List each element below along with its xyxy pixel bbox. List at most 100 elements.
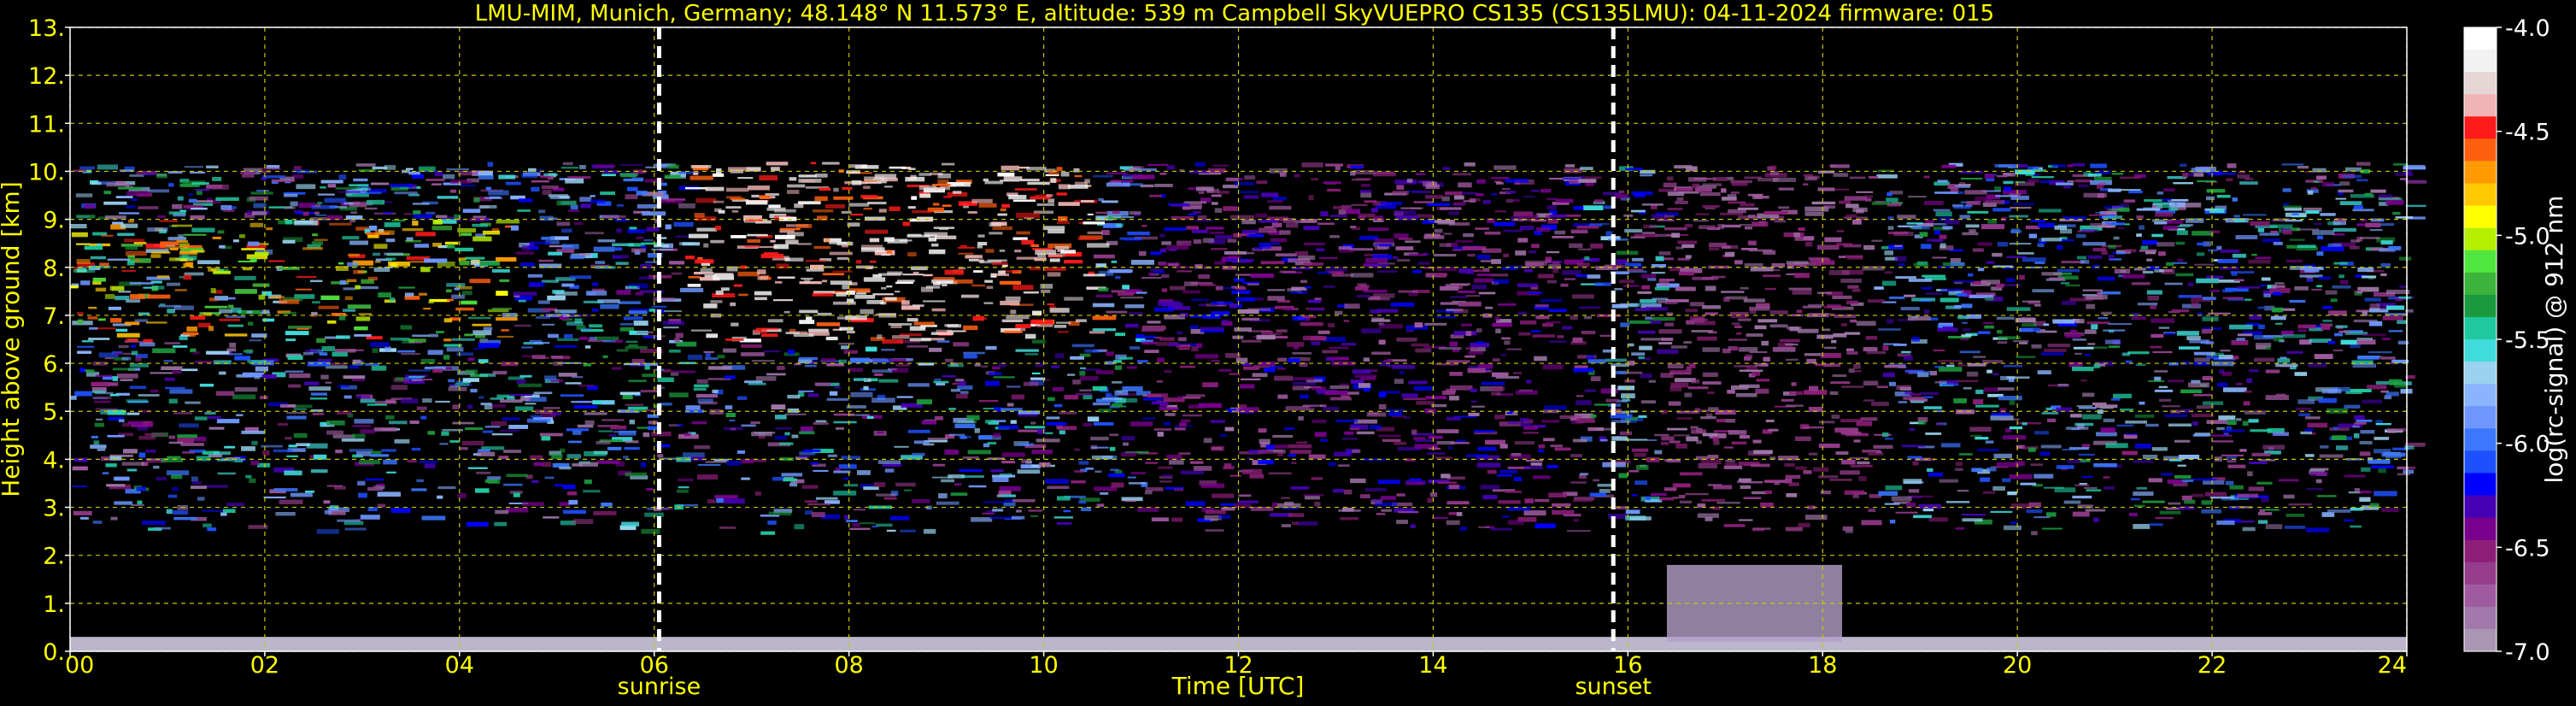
signal-cell (522, 502, 544, 506)
signal-cell (190, 171, 205, 174)
signal-cell (172, 370, 182, 374)
signal-cell (351, 433, 366, 438)
signal-cell (1655, 256, 1664, 262)
signal-cell (166, 509, 173, 515)
signal-cell (1415, 173, 1426, 175)
signal-cell (544, 476, 555, 479)
signal-cell (184, 166, 203, 168)
signal-cell (1638, 356, 1645, 359)
signal-cell (2404, 169, 2412, 175)
signal-cell (173, 516, 197, 521)
signal-cell (1338, 209, 1347, 215)
signal-cell (153, 465, 160, 469)
signal-cell (566, 321, 584, 326)
signal-cell (2179, 455, 2200, 459)
signal-cell (1340, 383, 1349, 385)
signal-cell (642, 374, 656, 378)
signal-cell (1092, 303, 1115, 308)
signal-cell (444, 241, 459, 245)
signal-cell (616, 204, 624, 207)
signal-cell (1181, 419, 1191, 422)
signal-cell (876, 523, 893, 527)
signal-cell (1449, 372, 1463, 376)
signal-cell (2226, 456, 2238, 459)
signal-cell (633, 321, 648, 326)
signal-cell (2173, 182, 2193, 185)
signal-cell (2368, 321, 2383, 327)
signal-cell (1141, 325, 1166, 331)
signal-cell (413, 214, 433, 219)
signal-cell (1546, 279, 1557, 284)
signal-cell (719, 527, 736, 529)
signal-cell (1713, 440, 1720, 445)
signal-cell (842, 244, 848, 248)
signal-cell (2212, 440, 2233, 443)
signal-cell (665, 174, 681, 179)
signal-cell (469, 279, 491, 284)
signal-cell (1918, 420, 1926, 425)
signal-cell (1049, 258, 1060, 262)
signal-cell (1239, 384, 1255, 389)
signal-cell (361, 279, 374, 284)
signal-cell (754, 297, 767, 301)
signal-cell (437, 196, 459, 199)
signal-cell (1005, 296, 1021, 302)
signal-cell (490, 403, 506, 408)
signal-cell (2072, 338, 2086, 341)
signal-cell (130, 294, 145, 299)
signal-cell (715, 290, 724, 295)
signal-cell (1523, 510, 1546, 516)
signal-cell (999, 485, 1021, 491)
signal-cell (429, 333, 438, 338)
signal-cell (1934, 380, 1947, 384)
signal-cell (422, 398, 432, 403)
signal-cell (302, 351, 314, 356)
signal-cell (566, 491, 578, 496)
signal-cell (2233, 215, 2240, 218)
signal-cell (89, 327, 98, 330)
signal-cell (1889, 381, 1896, 386)
signal-cell (1300, 394, 1309, 399)
signal-cell (2162, 225, 2178, 230)
signal-cell (1552, 268, 1559, 274)
signal-cell (805, 260, 827, 262)
signal-cell (787, 190, 800, 194)
signal-cell (343, 375, 366, 379)
signal-cell (1458, 182, 1472, 188)
signal-cell (312, 412, 325, 415)
signal-cell (359, 459, 381, 465)
signal-cell (1986, 467, 1997, 472)
signal-cell (1398, 511, 1419, 514)
signal-cell (427, 431, 435, 435)
signal-cell (1538, 274, 1554, 279)
signal-cell (1667, 176, 1674, 181)
signal-cell (1928, 517, 1949, 522)
signal-cell (1190, 461, 1204, 464)
signal-cell (2100, 427, 2115, 433)
signal-cell (625, 345, 648, 350)
signal-cell (242, 372, 264, 378)
signal-cell (1058, 216, 1068, 221)
signal-cell (2399, 285, 2407, 288)
signal-cell (924, 528, 936, 534)
signal-cell (1485, 306, 1493, 309)
signal-cell (1735, 392, 1757, 397)
signal-cell (174, 289, 187, 291)
signal-cell (799, 451, 816, 456)
signal-cell (1323, 285, 1335, 288)
signal-cell (1702, 381, 1722, 385)
signal-cell (612, 243, 634, 246)
signal-cell (75, 193, 93, 197)
signal-cell (2283, 205, 2302, 209)
signal-cell (1853, 364, 1861, 369)
signal-cell (895, 482, 916, 487)
signal-cell (2382, 315, 2403, 321)
signal-cell (2374, 449, 2391, 454)
signal-cell (161, 366, 183, 370)
signal-cell (115, 328, 128, 332)
signal-cell (1999, 408, 2007, 413)
signal-cell (556, 200, 577, 206)
signal-cell (1509, 454, 1531, 460)
signal-cell (1692, 276, 1714, 280)
signal-cell (465, 427, 484, 430)
